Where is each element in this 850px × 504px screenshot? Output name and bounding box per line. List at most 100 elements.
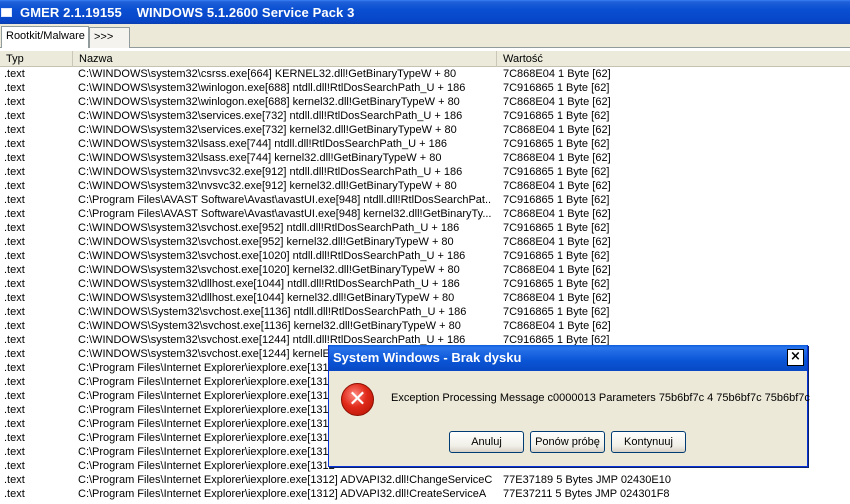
cell-wartosc: 77E37189 5 Bytes JMP 02430E10 [503,474,671,486]
cell-wartosc: 7C916865 1 Byte [62] [503,110,610,122]
cell-typ: .text [4,96,25,108]
cell-nazwa: C:\WINDOWS\system32\lsass.exe[744] ntdll… [78,138,447,150]
table-row[interactable]: .text C:\WINDOWS\system32\nvsvc32.exe[912… [0,179,850,193]
cell-typ: .text [4,68,25,80]
table-row[interactable]: .text C:\Program Files\AVAST Software\Ava… [0,207,850,221]
dialog-message: Exception Processing Message c0000013 Pa… [391,392,810,404]
cell-wartosc: 7C868E04 1 Byte [62] [503,236,611,248]
table-row[interactable]: .text C:\Program Files\AVAST Software\Ava… [0,193,850,207]
cell-wartosc: 7C868E04 1 Byte [62] [503,292,611,304]
cell-nazwa: C:\WINDOWS\system32\winlogon.exe[688] ke… [78,96,460,108]
cell-typ: .text [4,348,25,360]
table-row[interactable]: .text C:\WINDOWS\system32\svchost.exe[102… [0,249,850,263]
cell-wartosc: 7C868E04 1 Byte [62] [503,68,611,80]
cell-wartosc: 7C916865 1 Byte [62] [503,250,610,262]
table-row[interactable]: .text C:\WINDOWS\system32\services.exe[73… [0,109,850,123]
cell-nazwa: C:\Program Files\Internet Explorer\iexpl… [78,474,492,486]
cell-wartosc: 7C868E04 1 Byte [62] [503,320,611,332]
cell-nazwa: C:\WINDOWS\system32\services.exe[732] ke… [78,124,457,136]
cell-typ: .text [4,138,25,150]
cell-typ: .text [4,110,25,122]
cell-typ: .text [4,474,25,486]
table-row[interactable]: .text C:\Program Files\Internet Explorer\… [0,487,850,501]
table-row[interactable]: .text C:\Program Files\Internet Explorer\… [0,473,850,487]
cell-typ: .text [4,320,25,332]
table-row[interactable]: .text C:\WINDOWS\system32\svchost.exe[952… [0,221,850,235]
column-header-wartosc[interactable]: Wartość [497,51,850,67]
cell-nazwa: C:\WINDOWS\system32\svchost.exe[1020] ke… [78,264,460,276]
continue-button[interactable]: Kontynuuj [611,431,686,453]
cell-typ: .text [4,222,25,234]
table-row[interactable]: .text C:\WINDOWS\system32\svchost.exe[952… [0,235,850,249]
table-row[interactable]: .text C:\WINDOWS\system32\services.exe[73… [0,123,850,137]
cell-nazwa: C:\WINDOWS\System32\svchost.exe[1136] nt… [78,306,467,318]
cell-typ: .text [4,82,25,94]
column-header-typ[interactable]: Typ [0,51,73,67]
retry-button[interactable]: Ponów próbę [530,431,605,453]
cell-nazwa: C:\WINDOWS\system32\dllhost.exe[1044] ke… [78,292,455,304]
close-icon[interactable]: × [787,349,804,366]
window-titlebar[interactable]: GMER 2.1.19155 WINDOWS 5.1.2600 Service … [0,0,850,24]
cell-typ: .text [4,334,25,346]
cell-typ: .text [4,376,25,388]
cell-wartosc: 7C916865 1 Byte [62] [503,82,610,94]
cell-wartosc: 7C916865 1 Byte [62] [503,222,610,234]
cancel-button[interactable]: Anuluj [449,431,524,453]
cell-wartosc: 7C868E04 1 Byte [62] [503,264,611,276]
cell-typ: .text [4,460,25,472]
table-row[interactable]: .text C:\WINDOWS\system32\svchost.exe[102… [0,263,850,277]
cell-nazwa: C:\WINDOWS\system32\nvsvc32.exe[912] ntd… [78,166,463,178]
cell-wartosc: 7C916865 1 Byte [62] [503,194,610,206]
table-row[interactable]: .text C:\WINDOWS\system32\winlogon.exe[68… [0,81,850,95]
cell-nazwa: C:\WINDOWS\system32\csrss.exe[664] KERNE… [78,68,457,80]
cell-typ: .text [4,362,25,374]
cell-wartosc: 7C916865 1 Byte [62] [503,166,610,178]
cell-wartosc: 7C868E04 1 Byte [62] [503,124,611,136]
cell-typ: .text [4,152,25,164]
table-row[interactable]: .text C:\WINDOWS\system32\lsass.exe[744] … [0,151,850,165]
cell-typ: .text [4,418,25,430]
cell-typ: .text [4,166,25,178]
error-icon: ✕ [341,383,374,416]
cell-typ: .text [4,292,25,304]
cell-nazwa: C:\Program Files\AVAST Software\Avast\av… [78,208,492,220]
cell-nazwa: C:\Program Files\Internet Explorer\iexpl… [78,488,487,500]
table-row[interactable]: .text C:\WINDOWS\system32\nvsvc32.exe[912… [0,165,850,179]
table-row[interactable]: .text C:\WINDOWS\system32\csrss.exe[664] … [0,67,850,81]
cell-nazwa: C:\WINDOWS\system32\dllhost.exe[1044] nt… [78,278,460,290]
cell-nazwa: C:\WINDOWS\System32\svchost.exe[1136] ke… [78,320,461,332]
tab-strip: Rootkit/Malware >>> [0,24,850,48]
cell-wartosc: 7C916865 1 Byte [62] [503,278,610,290]
table-row[interactable]: .text C:\WINDOWS\system32\dllhost.exe[104… [0,291,850,305]
cell-typ: .text [4,208,25,220]
list-header: Typ Nazwa Wartość [0,51,850,67]
cell-typ: .text [4,432,25,444]
cell-nazwa: C:\WINDOWS\system32\lsass.exe[744] kerne… [78,152,442,164]
cell-typ: .text [4,180,25,192]
cell-typ: .text [4,124,25,136]
app-icon[interactable] [1,7,12,17]
window-title: GMER 2.1.19155 WINDOWS 5.1.2600 Service … [20,4,355,20]
table-row[interactable]: .text C:\WINDOWS\System32\svchost.exe[113… [0,305,850,319]
tab-rootkit-malware[interactable]: Rootkit/Malware [1,26,89,48]
cell-typ: .text [4,236,25,248]
table-row[interactable]: .text C:\WINDOWS\system32\winlogon.exe[68… [0,95,850,109]
cell-wartosc: 7C868E04 1 Byte [62] [503,96,611,108]
table-row[interactable]: .text C:\WINDOWS\system32\lsass.exe[744] … [0,137,850,151]
cell-typ: .text [4,446,25,458]
column-header-nazwa[interactable]: Nazwa [73,51,497,67]
tab-more[interactable]: >>> [89,27,130,48]
cell-nazwa: C:\WINDOWS\system32\nvsvc32.exe[912] ker… [78,180,457,192]
cell-wartosc: 77E37211 5 Bytes JMP 024301F8 [503,488,670,500]
error-dialog: System Windows - Brak dysku × ✕ Exceptio… [328,345,810,467]
cell-wartosc: 7C868E04 1 Byte [62] [503,208,611,220]
cell-wartosc: 7C916865 1 Byte [62] [503,306,610,318]
cell-typ: .text [4,264,25,276]
cell-typ: .text [4,306,25,318]
cell-typ: .text [4,488,25,500]
table-row[interactable]: .text C:\WINDOWS\System32\svchost.exe[113… [0,319,850,333]
table-row[interactable]: .text C:\WINDOWS\system32\dllhost.exe[104… [0,277,850,291]
cell-wartosc: 7C868E04 1 Byte [62] [503,180,611,192]
cell-nazwa: C:\Program Files\AVAST Software\Avast\av… [78,194,492,206]
cell-typ: .text [4,250,25,262]
